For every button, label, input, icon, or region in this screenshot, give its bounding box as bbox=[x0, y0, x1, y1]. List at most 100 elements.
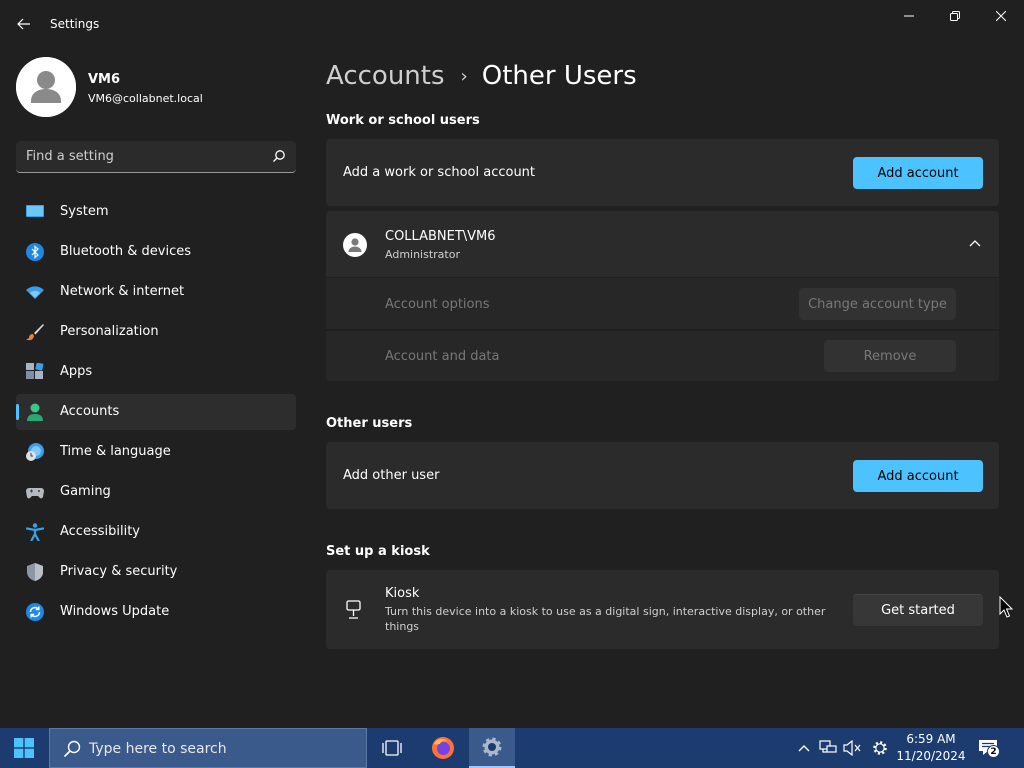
work-user-name: COLLABNET\VM6 bbox=[385, 229, 496, 244]
change-account-type-button[interactable]: Change account type bbox=[799, 288, 956, 320]
firefox-icon bbox=[432, 737, 454, 759]
user-profile[interactable]: VM6 VM6@collabnet.local bbox=[16, 57, 306, 117]
clock-date: 11/20/2024 bbox=[896, 749, 966, 763]
sidebar-item-label: Privacy & security bbox=[60, 564, 178, 579]
volume-tray-button[interactable] bbox=[842, 738, 862, 758]
accessibility-icon bbox=[26, 523, 44, 541]
profile-email: VM6@collabnet.local bbox=[88, 92, 203, 105]
add-other-user-text: Add other user bbox=[343, 468, 440, 483]
add-work-school-account-button[interactable]: Add account bbox=[853, 157, 983, 189]
remove-account-button[interactable]: Remove bbox=[824, 340, 956, 372]
sidebar-item-label: Accounts bbox=[60, 404, 120, 419]
section-title-work-school: Work or school users bbox=[326, 113, 480, 128]
firefox-button[interactable] bbox=[420, 728, 466, 768]
account-icon bbox=[27, 403, 43, 421]
task-view-button[interactable] bbox=[369, 728, 415, 768]
add-other-user-button[interactable]: Add account bbox=[853, 460, 983, 492]
add-work-school-text: Add a work or school account bbox=[343, 165, 536, 180]
kiosk-icon bbox=[346, 600, 361, 619]
avatar bbox=[16, 57, 76, 117]
account-data-label: Account and data bbox=[385, 349, 500, 364]
taskbar-clock[interactable]: 6:59 AM 11/20/2024 bbox=[893, 731, 969, 765]
shield-icon bbox=[27, 563, 43, 581]
kiosk-get-started-button[interactable]: Get started bbox=[853, 594, 983, 626]
close-icon bbox=[996, 11, 1006, 21]
search-icon[interactable] bbox=[272, 149, 286, 163]
section-title-kiosk: Set up a kiosk bbox=[326, 544, 430, 559]
minimize-button[interactable] bbox=[886, 0, 932, 32]
sidebar-item-label: Bluetooth & devices bbox=[60, 244, 191, 259]
app-title: Settings bbox=[50, 17, 100, 31]
search-input[interactable] bbox=[16, 141, 266, 172]
settings-search[interactable] bbox=[16, 141, 296, 173]
kiosk-card: Kiosk Turn this device into a kiosk to u… bbox=[326, 570, 999, 649]
minimize-icon bbox=[904, 15, 914, 17]
section-title-other-users: Other users bbox=[326, 416, 413, 431]
notification-badge: 2 bbox=[987, 745, 1000, 758]
system-icon bbox=[26, 205, 44, 217]
sidebar-item-label: Apps bbox=[60, 364, 93, 379]
taskbar-search[interactable]: Type here to search bbox=[49, 728, 367, 768]
gear-icon bbox=[482, 737, 502, 757]
chevron-right-icon: › bbox=[460, 65, 468, 87]
clock-time: 6:59 AM bbox=[906, 732, 956, 746]
tray-overflow-button[interactable] bbox=[794, 738, 814, 758]
sidebar-item-accessibility[interactable]: Accessibility bbox=[16, 514, 296, 550]
sidebar-item-label: Windows Update bbox=[60, 604, 170, 619]
brush-icon bbox=[26, 324, 44, 341]
restore-icon bbox=[950, 11, 960, 21]
sidebar-nav: System Bluetooth & devices Network & int… bbox=[16, 194, 296, 634]
sidebar-item-label: Gaming bbox=[60, 484, 111, 499]
search-icon bbox=[63, 740, 81, 758]
ethernet-icon bbox=[819, 740, 837, 753]
sidebar-item-label: Network & internet bbox=[60, 284, 185, 299]
network-tray-button[interactable] bbox=[818, 738, 838, 758]
person-icon bbox=[16, 57, 76, 117]
sidebar-item-label: Accessibility bbox=[60, 524, 140, 539]
sidebar-item-system[interactable]: System bbox=[16, 194, 296, 230]
volume-muted-icon bbox=[843, 740, 861, 756]
taskbar-search-placeholder: Type here to search bbox=[89, 741, 227, 757]
sidebar-item-label: System bbox=[60, 204, 109, 219]
notification-center-button[interactable]: 2 bbox=[978, 738, 1000, 758]
wifi-icon bbox=[26, 286, 44, 299]
settings-taskbar-button[interactable] bbox=[469, 728, 515, 768]
back-button[interactable] bbox=[10, 10, 38, 38]
sidebar-item-network[interactable]: Network & internet bbox=[16, 274, 296, 310]
sidebar-item-gaming[interactable]: Gaming bbox=[16, 474, 296, 510]
sidebar-item-label: Time & language bbox=[60, 444, 171, 459]
chevron-up-icon[interactable] bbox=[969, 239, 981, 247]
sidebar-item-privacy-security[interactable]: Privacy & security bbox=[16, 554, 296, 590]
close-button[interactable] bbox=[978, 0, 1024, 32]
sidebar-item-personalization[interactable]: Personalization bbox=[16, 314, 296, 350]
work-user-role: Administrator bbox=[385, 248, 460, 261]
account-options-row: Account options Change account type bbox=[326, 278, 999, 329]
sidebar-item-bluetooth[interactable]: Bluetooth & devices bbox=[16, 234, 296, 270]
add-other-user-card: Add other user Add account bbox=[326, 442, 999, 509]
user-avatar-icon bbox=[343, 233, 367, 257]
start-button[interactable] bbox=[0, 728, 48, 768]
windows-logo-icon bbox=[14, 738, 34, 758]
settings-tray-button[interactable] bbox=[870, 738, 890, 758]
apps-icon bbox=[26, 363, 44, 379]
title-bar: Settings bbox=[0, 0, 1024, 48]
kiosk-description: Turn this device into a kiosk to use as … bbox=[385, 605, 826, 633]
sidebar-item-windows-update[interactable]: Windows Update bbox=[16, 594, 296, 630]
account-options-label: Account options bbox=[385, 297, 490, 312]
chevron-up-icon bbox=[798, 745, 810, 752]
kiosk-name: Kiosk bbox=[385, 586, 420, 601]
task-view-icon bbox=[382, 740, 402, 756]
sidebar-item-apps[interactable]: Apps bbox=[16, 354, 296, 390]
breadcrumb-accounts[interactable]: Accounts bbox=[326, 61, 445, 91]
taskbar: Type here to search 6:59 AM 11/20/2024 2 bbox=[0, 728, 1024, 768]
gamepad-icon bbox=[26, 488, 44, 499]
work-user-expander[interactable]: COLLABNET\VM6 Administrator bbox=[326, 211, 999, 277]
sidebar-item-label: Personalization bbox=[60, 324, 159, 339]
page-title: Other Users bbox=[481, 61, 637, 91]
restore-button[interactable] bbox=[932, 0, 978, 32]
sidebar-item-accounts[interactable]: Accounts bbox=[16, 394, 296, 430]
arrow-left-icon bbox=[17, 18, 30, 30]
sidebar-item-time-language[interactable]: Time & language bbox=[16, 434, 296, 470]
account-data-row: Account and data Remove bbox=[326, 331, 999, 381]
add-work-school-card: Add a work or school account Add account bbox=[326, 139, 999, 206]
